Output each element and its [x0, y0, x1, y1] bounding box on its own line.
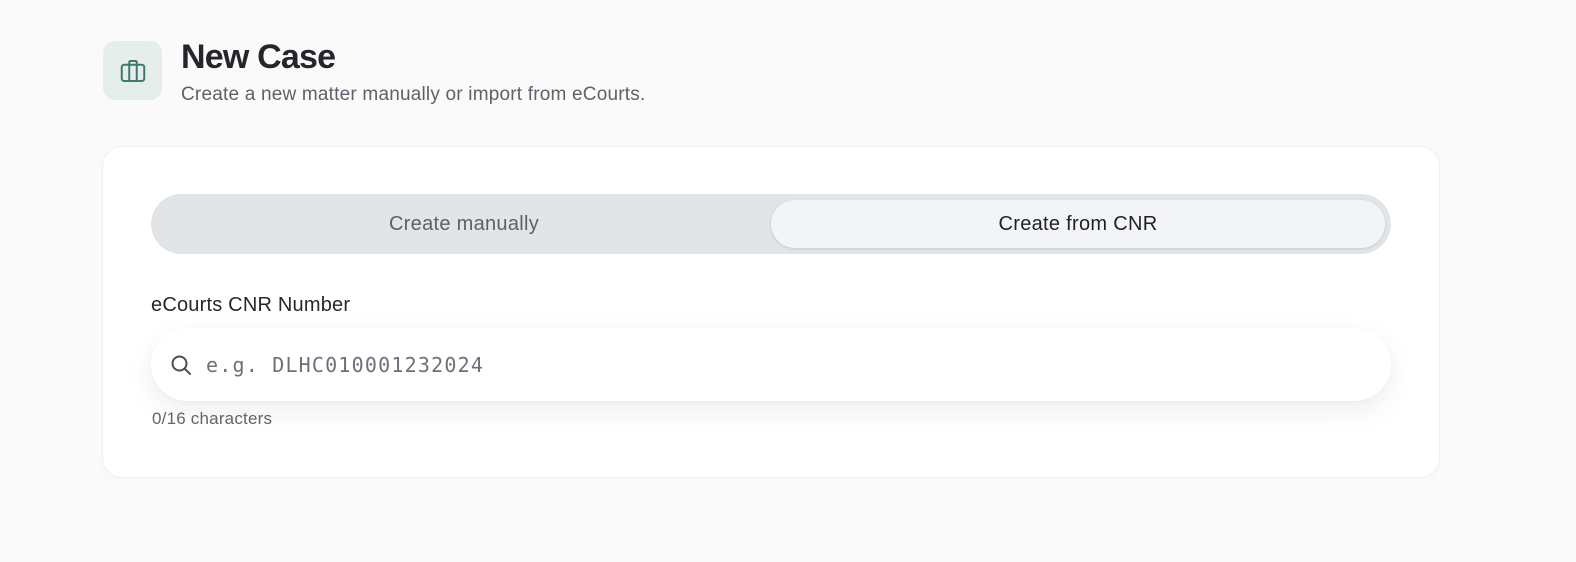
briefcase-icon — [103, 41, 162, 100]
mode-tabs: Create manually Create from CNR — [151, 194, 1391, 254]
cnr-number-input[interactable] — [206, 352, 1356, 377]
page-header: New Case Create a new matter manually or… — [103, 38, 645, 106]
search-icon — [169, 353, 193, 377]
page-subtitle: Create a new matter manually or import f… — [181, 84, 646, 105]
character-count: 0/16 characters — [152, 409, 273, 428]
page: New Case Create a new matter manually or… — [0, 0, 1576, 562]
page-title: New Case — [181, 38, 336, 76]
tab-create-from-cnr[interactable]: Create from CNR — [771, 200, 1385, 248]
cnr-number-label: eCourts CNR Number — [151, 294, 351, 316]
tab-create-manually[interactable]: Create manually — [157, 200, 771, 248]
new-case-card: Create manually Create from CNR eCourts … — [102, 146, 1440, 478]
cnr-input-wrapper[interactable] — [151, 328, 1391, 401]
header-text: New Case Create a new matter manually or… — [181, 38, 645, 106]
